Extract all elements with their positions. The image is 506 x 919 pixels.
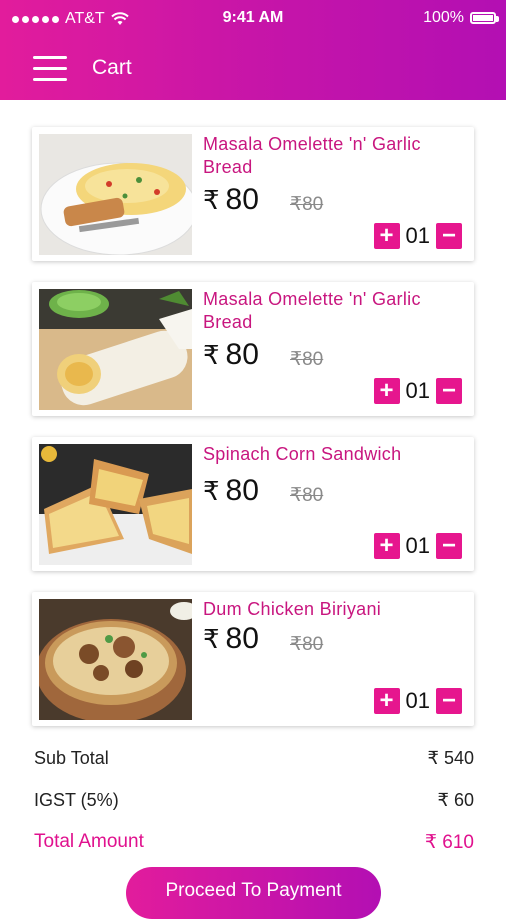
subtotal-value: ₹ 540 xyxy=(427,748,475,768)
increase-quantity-button[interactable]: + xyxy=(373,533,400,559)
increase-quantity-button[interactable]: + xyxy=(373,688,400,714)
item-price: ₹80 xyxy=(203,474,259,507)
wrap-image xyxy=(39,289,192,410)
hamburger-menu-icon[interactable] xyxy=(33,56,67,82)
battery-info: 100% xyxy=(423,9,499,27)
subtotal-label: Sub Total xyxy=(34,748,109,768)
item-name: Dum Chicken Biriyani xyxy=(203,599,382,619)
quantity-stepper: + 01 − xyxy=(373,533,462,559)
sandwich-image xyxy=(39,444,192,565)
quantity-value: 01 xyxy=(405,688,430,713)
tax-label: IGST (5%) xyxy=(34,790,119,810)
item-old-price: ₹80 xyxy=(290,485,324,506)
item-price: ₹80 xyxy=(203,183,259,216)
quantity-value: 01 xyxy=(405,533,430,558)
tax-value: ₹ 60 xyxy=(437,790,474,810)
quantity-stepper: + 01 − xyxy=(373,688,462,714)
total-label: Total Amount xyxy=(34,831,144,852)
item-old-price: ₹80 xyxy=(290,349,324,370)
decrease-quantity-button[interactable]: − xyxy=(436,533,462,559)
battery-label: 100% xyxy=(423,9,464,26)
item-name: Masala Omelette 'n' Garlic Bread xyxy=(203,134,421,177)
total-value: ₹ 610 xyxy=(424,832,474,853)
increase-quantity-button[interactable]: + xyxy=(373,223,400,249)
quantity-stepper: + 01 − xyxy=(373,223,462,249)
decrease-quantity-button[interactable]: − xyxy=(436,378,462,404)
cart-item-card: Spinach Corn Sandwich ₹80 ₹80 + 01 − xyxy=(32,437,474,571)
item-price: ₹80 xyxy=(203,338,259,371)
quantity-stepper: + 01 − xyxy=(373,378,462,404)
item-old-price: ₹80 xyxy=(290,194,324,215)
cart-item-card: Dum Chicken Biriyani ₹80 ₹80 + 01 − xyxy=(32,592,474,726)
cart-item-card: Masala Omelette 'n' Garlic Bread ₹80 ₹80… xyxy=(32,282,474,416)
app-header: AT&T 9:41 AM 100% Cart xyxy=(0,0,506,100)
decrease-quantity-button[interactable]: − xyxy=(436,223,462,249)
proceed-to-payment-button[interactable]: Proceed To Payment xyxy=(126,867,381,919)
item-name: Spinach Corn Sandwich xyxy=(203,444,402,464)
increase-quantity-button[interactable]: + xyxy=(373,378,400,404)
decrease-quantity-button[interactable]: − xyxy=(436,688,462,714)
biriyani-image xyxy=(39,599,192,720)
omelette-image xyxy=(39,134,192,255)
page-title: Cart xyxy=(92,56,132,79)
quantity-value: 01 xyxy=(405,223,430,248)
item-price: ₹80 xyxy=(203,622,259,655)
navbar: Cart xyxy=(0,36,506,100)
item-name: Masala Omelette 'n' Garlic Bread xyxy=(203,289,421,332)
battery-icon xyxy=(470,12,499,24)
item-old-price: ₹80 xyxy=(290,634,324,655)
quantity-value: 01 xyxy=(405,378,430,403)
status-bar: AT&T 9:41 AM 100% xyxy=(0,0,506,36)
cart-item-card: Masala Omelette 'n' Garlic Bread ₹80 ₹80… xyxy=(32,127,474,261)
